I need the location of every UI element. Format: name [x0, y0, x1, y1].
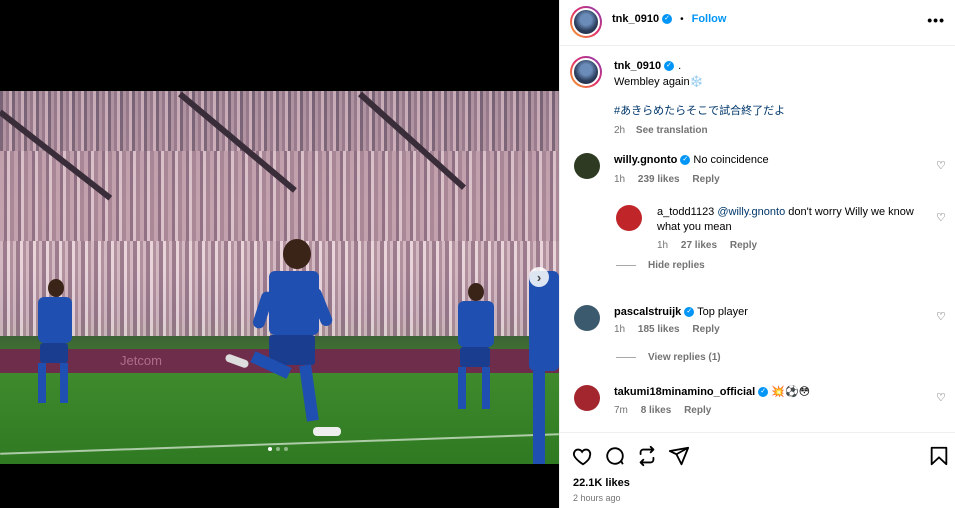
comment-icon[interactable]	[604, 445, 626, 467]
comment-username[interactable]: a_todd1123	[657, 206, 714, 218]
verified-icon: ✓	[758, 387, 769, 398]
comment-username[interactable]: pascalstruijk	[614, 306, 681, 318]
comment-reply: a_todd1123 @willy.gnonto don't worry Wil…	[572, 205, 952, 255]
comment-text: No coincidence	[693, 154, 769, 166]
comment-mention[interactable]: @willy.gnonto	[717, 206, 785, 218]
bookmark-icon[interactable]	[928, 445, 950, 467]
next-image-button[interactable]: ›	[529, 267, 549, 287]
verified-icon: ✓	[664, 61, 675, 71]
comment-likes[interactable]: 27 likes	[681, 240, 717, 251]
reply-button[interactable]: Reply	[730, 240, 757, 251]
view-replies-label: View replies (1)	[648, 352, 721, 363]
heart-icon[interactable]: ♡	[936, 159, 946, 172]
post-actions: 22.1K likes 2 hours ago	[560, 432, 955, 508]
verified-icon: ✓	[662, 14, 673, 24]
follow-button[interactable]: Follow	[692, 13, 727, 25]
comment-likes[interactable]: 8 likes	[641, 405, 672, 416]
commenter-avatar[interactable]	[574, 385, 600, 411]
caption: tnk_0910 ✓ . Wembley again❄️ #あきらめたらそこで試…	[614, 60, 944, 136]
carousel-dot	[276, 447, 280, 451]
caption-suffix: .	[678, 60, 682, 72]
comment-time: 1h	[614, 174, 626, 185]
player-left	[30, 279, 80, 429]
see-translation-button[interactable]: See translation	[636, 125, 708, 136]
header-username[interactable]: tnk_0910	[612, 13, 659, 25]
commenter-avatar[interactable]	[616, 205, 642, 231]
stadium-stand-middle	[0, 151, 559, 241]
hide-replies-label: Hide replies	[648, 260, 705, 271]
comment-time: 7m	[614, 405, 628, 416]
caption-username[interactable]: tnk_0910	[614, 60, 661, 72]
carousel-dot	[284, 447, 288, 451]
divider	[616, 357, 636, 358]
heart-icon[interactable]: ♡	[936, 211, 946, 224]
heart-icon[interactable]: ♡	[936, 391, 946, 404]
carousel-indicator	[268, 447, 288, 451]
commenter-avatar[interactable]	[574, 305, 600, 331]
board-text: Jetcom	[120, 353, 162, 368]
commenter-avatar[interactable]	[574, 153, 600, 179]
likes-count[interactable]: 22.1K likes	[573, 477, 630, 489]
post-details-panel: tnk_0910 ✓ • Follow ••• tnk_0910 ✓ . Wem…	[559, 0, 955, 508]
heart-icon[interactable]	[572, 445, 594, 467]
caption-hashtag[interactable]: #あきらめたらそこで試合終了だよ	[614, 102, 944, 118]
player-main	[224, 231, 345, 451]
post-header: tnk_0910 ✓ • Follow •••	[560, 0, 955, 46]
avatar[interactable]	[570, 6, 602, 38]
post-photo: Jetcom	[0, 91, 559, 464]
ellipsis-icon: •••	[927, 12, 945, 28]
reply-button[interactable]: Reply	[692, 324, 719, 335]
post-media[interactable]: Jetcom ›	[0, 0, 559, 508]
comment-text: Top player	[697, 306, 748, 318]
share-icon[interactable]	[668, 445, 690, 467]
comment-time: 1h	[657, 240, 669, 251]
stadium-stand-upper	[0, 91, 559, 151]
divider	[616, 265, 636, 266]
caption-text: Wembley again❄️	[614, 76, 704, 88]
reply-button[interactable]: Reply	[692, 174, 719, 185]
verified-icon: ✓	[684, 307, 695, 318]
comment-text: 💥⚽😳	[771, 386, 811, 398]
heart-icon[interactable]: ♡	[936, 310, 946, 323]
comment-time: 1h	[614, 324, 626, 335]
reply-button[interactable]: Reply	[684, 405, 711, 416]
verified-icon: ✓	[680, 155, 691, 166]
caption-avatar[interactable]	[570, 56, 602, 88]
carousel-dot	[268, 447, 272, 451]
comment-username[interactable]: willy.gnonto	[614, 154, 677, 166]
repost-icon[interactable]	[636, 445, 658, 467]
player-right	[448, 283, 504, 433]
comment: willy.gnonto ✓ No coincidence 1h 239 like…	[572, 153, 952, 193]
header-user: tnk_0910 ✓ • Follow	[612, 13, 726, 25]
comment: takumi18minamino_official ✓ 💥⚽😳 7m 8 like…	[572, 385, 952, 425]
hide-replies-button[interactable]: Hide replies	[616, 260, 705, 271]
post-timestamp: 2 hours ago	[573, 493, 621, 503]
comment: pascalstruijk ✓ Top player 1h 185 likes R…	[572, 305, 952, 345]
separator: •	[680, 13, 684, 25]
more-options-button[interactable]: •••	[927, 12, 945, 28]
comment-likes[interactable]: 239 likes	[638, 174, 680, 185]
comment-likes[interactable]: 185 likes	[638, 324, 680, 335]
caption-time: 2h	[614, 125, 626, 136]
chevron-right-icon: ›	[536, 269, 542, 285]
comment-username[interactable]: takumi18minamino_official	[614, 386, 755, 398]
view-replies-button[interactable]: View replies (1)	[616, 352, 721, 363]
